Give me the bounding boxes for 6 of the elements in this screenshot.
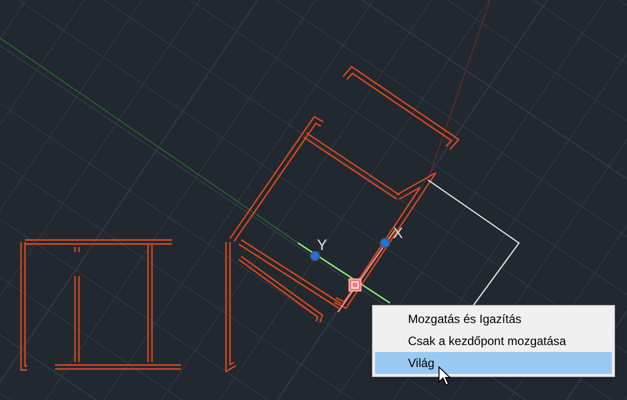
menu-item[interactable]: Világ: [375, 352, 612, 374]
axis-label: Y: [317, 237, 328, 254]
wall-drawing: [74, 247, 80, 252]
menu-item[interactable]: Csak a kezdőpont mozgatása: [375, 330, 612, 352]
menu-item[interactable]: Mozgatás és Igazítás: [375, 308, 612, 330]
mouse-cursor-icon: [438, 366, 452, 386]
